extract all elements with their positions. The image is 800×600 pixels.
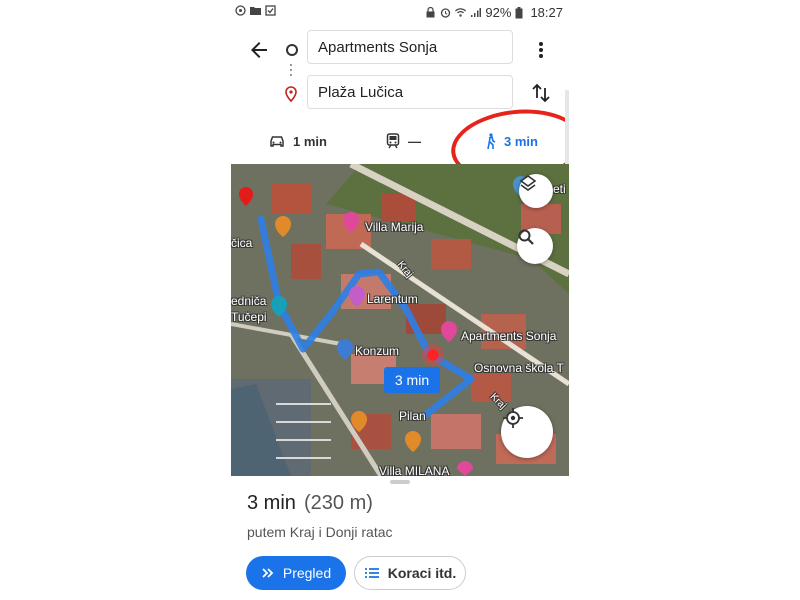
- wifi-icon: [455, 7, 467, 18]
- swap-button[interactable]: [531, 82, 551, 104]
- clock: 18:27: [530, 5, 563, 20]
- search-along-route-button[interactable]: [517, 228, 553, 264]
- mode-transit[interactable]: —: [386, 124, 421, 158]
- origin-marker-icon: [286, 44, 298, 56]
- route-duration: 3 min: [247, 492, 296, 514]
- car-icon: [270, 136, 284, 147]
- folder-icon: [250, 5, 261, 16]
- route-via-text: putem Kraj i Donji ratac: [247, 524, 393, 540]
- preview-button[interactable]: Pregled: [246, 556, 346, 590]
- map-label-larentum: Larentum: [367, 292, 418, 306]
- mode-transit-time: —: [408, 133, 421, 149]
- destination-pin-icon: [284, 86, 298, 103]
- steps-button-label: Koraci itd.: [387, 565, 457, 581]
- map-label-pilan: Pilan: [399, 409, 426, 423]
- map-view[interactable]: Villa Marija Larentum Konzum Apartments …: [231, 164, 569, 476]
- back-button[interactable]: [247, 38, 271, 62]
- map-label-apartments-sonja: Apartments Sonja: [461, 329, 557, 343]
- battery-percent: 92%: [485, 5, 512, 20]
- train-icon: [386, 133, 400, 149]
- map-label-konzum: Konzum: [355, 344, 400, 358]
- signal-icon: [470, 7, 482, 18]
- double-chevron-right-icon: [262, 568, 274, 578]
- arrow-back-icon: [251, 42, 267, 58]
- map-label-villa-milana: Villa MILANA: [379, 464, 450, 476]
- travel-modes: 1 min — 3 min: [231, 103, 569, 189]
- search-icon: [518, 229, 534, 245]
- map-label-tucepi: Tučepi: [231, 310, 267, 324]
- more-vert-icon: [539, 42, 543, 58]
- layers-icon: [519, 175, 537, 191]
- swap-vert-icon: [532, 83, 550, 103]
- task-icon: [265, 5, 276, 16]
- map-label-eti: eti: [553, 182, 566, 196]
- route-connector: [290, 64, 292, 78]
- mode-driving-time: 1 min: [293, 133, 327, 149]
- phone-screen: 92% 18:27 Apartments Sonja Plaža Lučica: [231, 0, 569, 600]
- layers-button[interactable]: [519, 174, 553, 208]
- preview-button-label: Pregled: [282, 565, 332, 581]
- status-system: 92% 18:27: [425, 5, 563, 20]
- sheet-drag-handle[interactable]: [390, 480, 410, 484]
- status-notifications: [235, 5, 276, 16]
- map-label-villa-marija: Villa Marija: [365, 220, 424, 234]
- more-options-button[interactable]: [533, 38, 549, 62]
- battery-icon: [515, 7, 526, 19]
- my-location-icon: [503, 408, 523, 428]
- whatsapp-icon: [235, 5, 246, 16]
- map-label-ednica: edničа: [231, 294, 267, 308]
- alarm-icon: [440, 7, 451, 18]
- destination-input[interactable]: Plaža Lučica: [307, 75, 513, 109]
- map-label-lucica: čica: [231, 236, 253, 250]
- origin-input[interactable]: Apartments Sonja: [307, 30, 513, 64]
- steps-button[interactable]: Koraci itd.: [354, 556, 466, 590]
- status-bar: 92% 18:27: [231, 0, 569, 24]
- lock-icon: [425, 6, 436, 18]
- route-summary-sheet[interactable]: 3 min (230 m) putem Kraj i Donji ratac P…: [231, 476, 569, 600]
- recenter-button[interactable]: [501, 406, 553, 458]
- current-location-marker: [422, 344, 444, 366]
- route-duration-badge[interactable]: 3 min: [384, 367, 440, 393]
- directions-header: Apartments Sonja Plaža Lučica 1 min — 3 …: [231, 28, 569, 189]
- map-label-osnovna-skola: Osnovna škola T: [474, 361, 564, 375]
- mode-driving[interactable]: 1 min: [269, 124, 327, 158]
- list-icon: [364, 568, 379, 578]
- route-distance: (230 m): [304, 492, 373, 514]
